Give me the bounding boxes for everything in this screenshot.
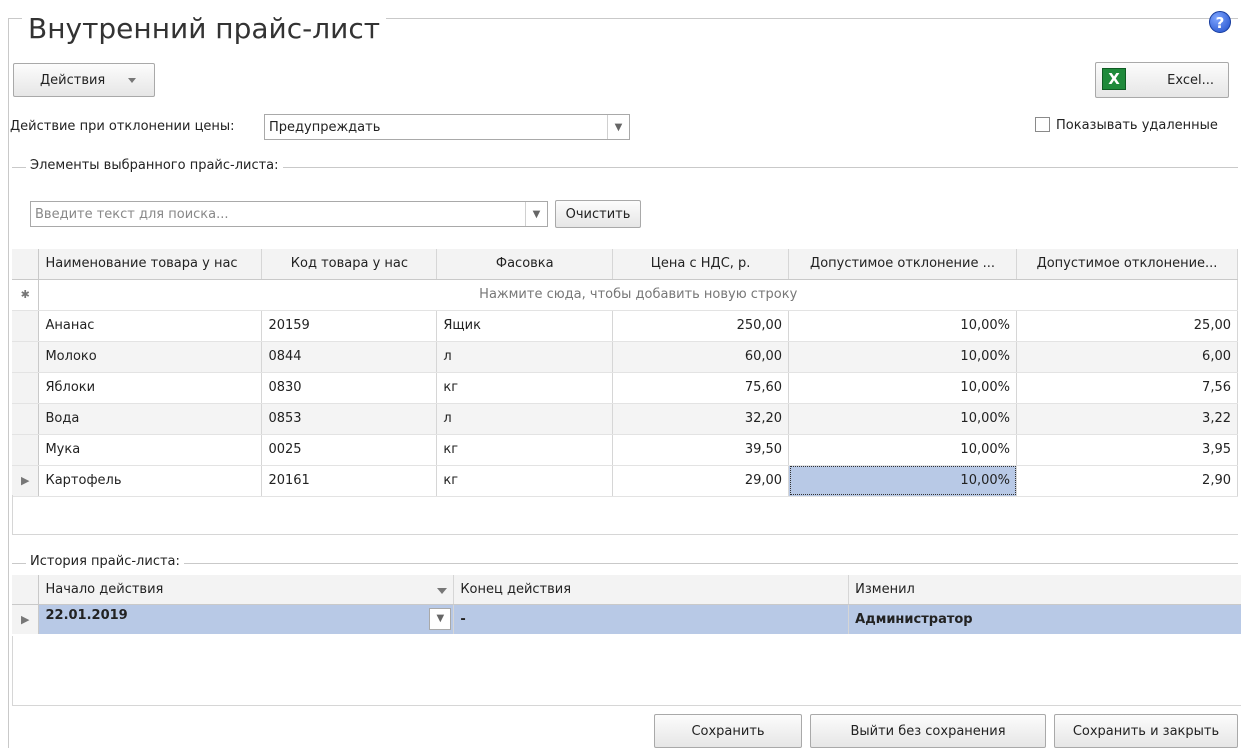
show-deleted-checkbox[interactable]: [1035, 117, 1050, 132]
cell-name[interactable]: Картофель: [38, 465, 263, 497]
cell-price[interactable]: 60,00: [612, 341, 790, 373]
current-row-icon: ▶: [12, 604, 40, 634]
asterisk-icon: ✱: [12, 279, 40, 311]
cell-dev-pct[interactable]: 10,00%: [788, 341, 1017, 373]
cell-price[interactable]: 39,50: [612, 434, 790, 466]
history-section-label: История прайс-листа:: [26, 554, 184, 569]
current-row-icon: ▶: [12, 465, 40, 497]
actions-button[interactable]: Действия: [13, 63, 155, 97]
column-header[interactable]: Допустимое отклонение...: [1016, 249, 1238, 280]
chevron-down-icon: [128, 78, 136, 83]
column-header[interactable]: Допустимое отклонение ...: [788, 249, 1017, 280]
cell-code[interactable]: 20161: [261, 465, 438, 497]
cell-dev-pct[interactable]: 10,00%: [788, 372, 1017, 404]
cell-dev-abs[interactable]: 3,22: [1016, 403, 1238, 435]
cell-price[interactable]: 75,60: [612, 372, 790, 404]
cell-name[interactable]: Молоко: [38, 341, 263, 373]
cell-name[interactable]: Вода: [38, 403, 263, 435]
cell-start[interactable]: 22.01.2019 ▼: [38, 604, 455, 634]
table-row[interactable]: Мука 0025 кг 39,50 10,00% 3,95: [12, 434, 1238, 466]
items-section-label: Элементы выбранного прайс-листа:: [26, 158, 283, 173]
price-deviation-value: Предупреждать: [269, 119, 381, 135]
cell-dev-pct[interactable]: 10,00%: [788, 465, 1017, 497]
cell-dev-pct[interactable]: 10,00%: [788, 434, 1017, 466]
column-header[interactable]: Изменил: [848, 575, 1241, 605]
cell-dev-abs[interactable]: 3,95: [1016, 434, 1238, 466]
chevron-down-icon[interactable]: ▼: [429, 608, 452, 631]
excel-button-label: Excel...: [1167, 72, 1214, 88]
cell-price[interactable]: 32,20: [612, 403, 790, 435]
sort-down-icon: [437, 587, 448, 594]
cell-dev-abs[interactable]: 25,00: [1016, 310, 1238, 342]
cell-name[interactable]: Мука: [38, 434, 263, 466]
price-deviation-label: Действие при отклонении цены:: [10, 119, 235, 134]
cell-pack[interactable]: кг: [436, 372, 614, 404]
cell-pack[interactable]: л: [436, 403, 614, 435]
history-empty-area: [12, 636, 1241, 706]
column-header-label: Начало действия: [45, 581, 164, 597]
table-row[interactable]: Ананас 20159 Ящик 250,00 10,00% 25,00: [12, 310, 1238, 342]
excel-icon: X: [1102, 68, 1126, 90]
table-row[interactable]: Молоко 0844 л 60,00 10,00% 6,00: [12, 341, 1238, 373]
cell-dev-pct[interactable]: 10,00%: [788, 310, 1017, 342]
history-group-divider: [12, 563, 1238, 564]
actions-button-label: Действия: [40, 72, 106, 88]
show-deleted-label: Показывать удаленные: [1056, 118, 1218, 133]
search-input[interactable]: Введите текст для поиска... ▼: [30, 201, 548, 227]
save-and-close-button[interactable]: Сохранить и закрыть: [1054, 714, 1238, 748]
table-row[interactable]: Вода 0853 л 32,20 10,00% 3,22: [12, 403, 1238, 435]
cell-dev-pct[interactable]: 10,00%: [788, 403, 1017, 435]
clear-button[interactable]: Очистить: [555, 200, 641, 228]
history-row[interactable]: ▶ 22.01.2019 ▼ - Администратор: [12, 604, 1241, 634]
table-row[interactable]: ▶ Картофель 20161 кг 29,00 10,00% 2,90: [12, 465, 1238, 497]
history-header-row: Начало действия Конец действия Изменил: [12, 575, 1241, 605]
cell-name[interactable]: Ананас: [38, 310, 263, 342]
cell-code[interactable]: 20159: [261, 310, 438, 342]
cell-price[interactable]: 29,00: [612, 465, 790, 497]
add-row-hint[interactable]: Нажмите сюда, чтобы добавить новую строк…: [38, 279, 1238, 311]
cell-code[interactable]: 0830: [261, 372, 438, 404]
cell-price[interactable]: 250,00: [612, 310, 790, 342]
add-new-row[interactable]: ✱ Нажмите сюда, чтобы добавить новую стр…: [12, 279, 1238, 311]
row-indicator-header: [12, 249, 40, 280]
cell-pack[interactable]: л: [436, 341, 614, 373]
save-button[interactable]: Сохранить: [654, 714, 802, 748]
cell-pack[interactable]: кг: [436, 465, 614, 497]
cell-dev-abs[interactable]: 2,90: [1016, 465, 1238, 497]
column-header[interactable]: Фасовка: [436, 249, 614, 280]
cell-pack[interactable]: кг: [436, 434, 614, 466]
page-title: Внутренний прайс-лист: [22, 10, 387, 48]
table-header-row: Наименование товара у нас Код товара у н…: [12, 249, 1238, 280]
column-header[interactable]: Код товара у нас: [261, 249, 438, 280]
cell-pack[interactable]: Ящик: [436, 310, 614, 342]
history-table: Начало действия Конец действия Изменил ▶…: [12, 575, 1241, 634]
cell-dev-abs[interactable]: 6,00: [1016, 341, 1238, 373]
help-icon[interactable]: ?: [1209, 11, 1231, 33]
exit-without-saving-button[interactable]: Выйти без сохранения: [810, 714, 1046, 748]
column-header[interactable]: Конец действия: [453, 575, 850, 605]
cell-changed-by[interactable]: Администратор: [848, 604, 1241, 634]
cell-code[interactable]: 0844: [261, 341, 438, 373]
chevron-down-icon[interactable]: ▼: [525, 202, 547, 226]
excel-export-button[interactable]: X Excel...: [1095, 62, 1229, 98]
column-header[interactable]: Наименование товара у нас: [38, 249, 263, 280]
price-items-table: Наименование товара у нас Код товара у н…: [12, 249, 1238, 497]
start-date: 22.01.2019: [45, 608, 128, 624]
search-placeholder: Введите текст для поиска...: [35, 206, 229, 222]
cell-name[interactable]: Яблоки: [38, 372, 263, 404]
column-header[interactable]: Цена с НДС, р.: [612, 249, 790, 280]
cell-code[interactable]: 0853: [261, 403, 438, 435]
cell-end[interactable]: -: [453, 604, 850, 634]
column-header[interactable]: Начало действия: [38, 575, 455, 605]
cell-dev-abs[interactable]: 7,56: [1016, 372, 1238, 404]
price-deviation-select[interactable]: Предупреждать ▼: [264, 114, 630, 140]
table-empty-area: [12, 495, 1238, 535]
cell-code[interactable]: 0025: [261, 434, 438, 466]
table-row[interactable]: Яблоки 0830 кг 75,60 10,00% 7,56: [12, 372, 1238, 404]
chevron-down-icon[interactable]: ▼: [607, 115, 629, 139]
